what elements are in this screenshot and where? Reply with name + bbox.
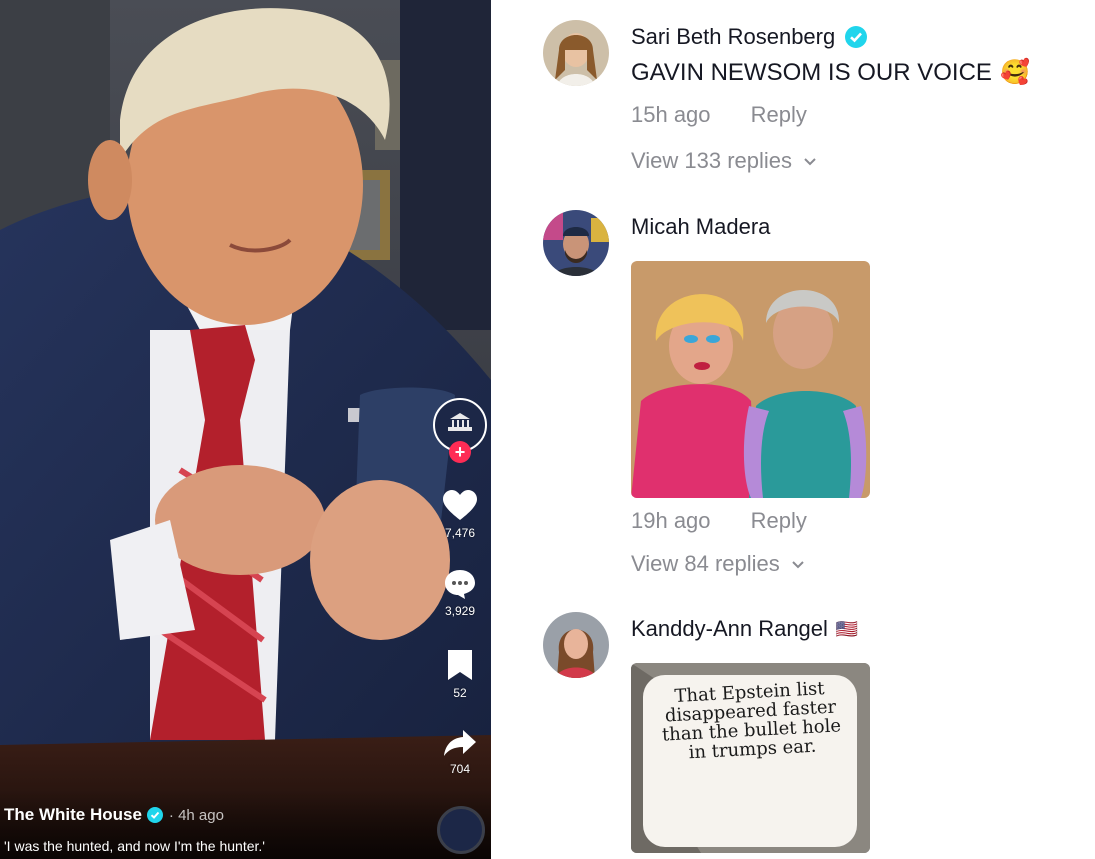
reply-button[interactable]: Reply bbox=[751, 102, 807, 127]
comment-image[interactable]: That Epstein list disappeared faster tha… bbox=[631, 663, 870, 853]
posted-time: · 4h ago bbox=[168, 806, 224, 824]
heart-icon bbox=[443, 490, 477, 520]
avatar[interactable] bbox=[543, 210, 609, 276]
verified-badge-icon bbox=[146, 807, 163, 823]
comment-author[interactable]: Micah Madera bbox=[631, 214, 770, 240]
us-flag-emoji: 🇺🇸 bbox=[835, 618, 859, 639]
share-count: 704 bbox=[449, 762, 471, 776]
like-count: 7,476 bbox=[444, 526, 476, 540]
creator-name[interactable]: The White House bbox=[4, 805, 142, 825]
comment-bubble-icon bbox=[445, 570, 475, 599]
share-button[interactable]: 704 bbox=[437, 728, 483, 776]
music-disc[interactable] bbox=[437, 806, 485, 854]
save-count: 52 bbox=[453, 686, 467, 700]
cookie-message-text: That Epstein list disappeared faster tha… bbox=[661, 678, 842, 764]
plus-icon: + bbox=[454, 442, 466, 462]
comment-item: Sari Beth Rosenberg GAVIN NEWSOM IS OUR … bbox=[491, 0, 1095, 200]
save-button[interactable]: 52 bbox=[437, 648, 483, 700]
comment-meta: 19h ago Reply bbox=[631, 508, 807, 534]
follow-button[interactable]: + bbox=[449, 441, 471, 463]
like-button[interactable]: 7,476 bbox=[437, 490, 483, 540]
reply-button[interactable]: Reply bbox=[751, 508, 807, 533]
creator-info[interactable]: The White House · 4h ago bbox=[4, 805, 224, 825]
white-house-logo-icon bbox=[448, 413, 472, 431]
bookmark-icon bbox=[448, 650, 472, 680]
smiling-face-with-hearts-emoji: 🥰 bbox=[999, 59, 1030, 86]
comment-author[interactable]: Kanddy-Ann Rangel 🇺🇸 bbox=[631, 616, 858, 642]
comment-time: 15h ago bbox=[631, 102, 711, 127]
chevron-down-icon bbox=[790, 556, 806, 572]
comment-image[interactable] bbox=[631, 261, 870, 498]
share-arrow-icon bbox=[444, 730, 476, 756]
comment-text: GAVIN NEWSOM IS OUR VOICE 🥰 bbox=[631, 58, 1030, 87]
comment-button[interactable]: 3,929 bbox=[437, 568, 483, 618]
comments-panel: Sari Beth Rosenberg GAVIN NEWSOM IS OUR … bbox=[491, 0, 1095, 859]
comment-time: 19h ago bbox=[631, 508, 711, 533]
avatar[interactable] bbox=[543, 612, 609, 678]
comment-item: Kanddy-Ann Rangel 🇺🇸 That Epstein list d… bbox=[491, 600, 1095, 859]
video-player[interactable]: + 7,476 3,929 52 704 The White House · 4… bbox=[0, 0, 491, 859]
avatar[interactable] bbox=[543, 20, 609, 86]
comment-item: Micah Madera 19h ago Reply View 84 repli… bbox=[491, 200, 1095, 600]
verified-badge-icon bbox=[845, 26, 868, 48]
view-replies-button[interactable]: View 84 replies bbox=[631, 551, 806, 577]
comment-meta: 15h ago Reply bbox=[631, 102, 807, 128]
chevron-down-icon bbox=[802, 153, 818, 169]
comment-author[interactable]: Sari Beth Rosenberg bbox=[631, 24, 868, 50]
view-replies-button[interactable]: View 133 replies bbox=[631, 148, 818, 174]
video-caption: 'I was the hunted, and now I'm the hunte… bbox=[4, 838, 265, 854]
video-frame-image bbox=[0, 0, 491, 859]
comment-count: 3,929 bbox=[444, 604, 476, 618]
